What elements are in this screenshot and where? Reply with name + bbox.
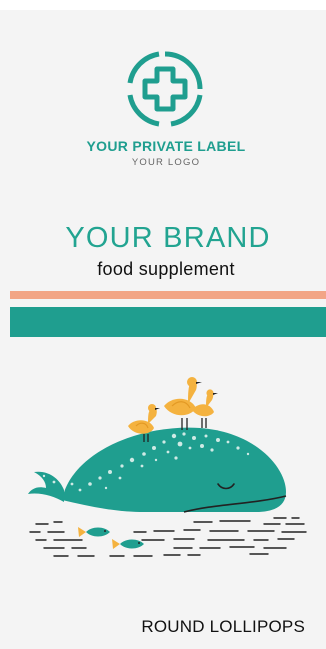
- product-category: food supplement: [97, 259, 235, 279]
- whale-tail: [28, 471, 64, 502]
- bird-right: [192, 389, 218, 428]
- product-name: ROUND LOLLIPOPS: [141, 617, 305, 636]
- brand-name: YOUR BRAND: [65, 222, 271, 254]
- fish-left: [78, 527, 110, 537]
- whale-illustration: [28, 377, 307, 557]
- logo-caption: YOUR LOGO: [131, 157, 201, 168]
- whale-body: [62, 427, 286, 512]
- medical-cross-icon: [127, 51, 203, 127]
- orange-stripe: [10, 291, 326, 299]
- bird-center: [164, 377, 202, 430]
- private-label-text: YOUR PRIVATE LABEL: [86, 138, 246, 154]
- fish-right: [112, 539, 144, 549]
- teal-band: [10, 307, 326, 337]
- top-margin: [0, 0, 326, 10]
- product-label: YOUR PRIVATE LABEL YOUR LOGO YOUR BRAND …: [0, 0, 326, 649]
- water-lines: [29, 517, 307, 557]
